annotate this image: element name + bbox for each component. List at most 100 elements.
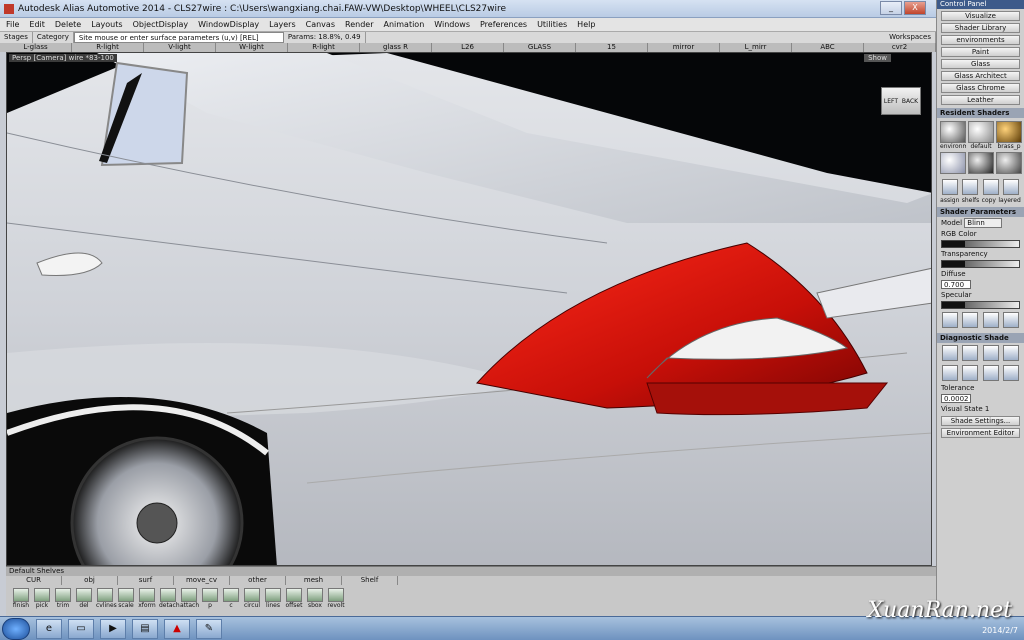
tool-icon[interactable]	[265, 588, 281, 602]
shelf-tool[interactable]: sbox	[306, 588, 324, 609]
tool-icon[interactable]	[160, 588, 176, 602]
shelf-tool[interactable]: offset	[285, 588, 303, 609]
shader-default[interactable]	[968, 121, 994, 143]
layer-tab[interactable]: mirror	[648, 43, 720, 52]
command-line[interactable]: Site mouse or enter surface parameters (…	[73, 32, 284, 43]
tool-icon[interactable]	[307, 588, 323, 602]
shelf-tab[interactable]: move_cv	[174, 576, 230, 585]
menu-item[interactable]: WindowDisplay	[198, 20, 259, 29]
library-glass[interactable]: Glass	[941, 59, 1020, 69]
shader-library-menu[interactable]: Shader Library	[941, 23, 1020, 33]
install-icon[interactable]	[942, 312, 959, 328]
menu-item[interactable]: Delete	[55, 20, 81, 29]
isoparms-icon[interactable]	[1002, 345, 1019, 361]
library-glass-architect[interactable]: Glass Architect	[941, 71, 1020, 81]
shader-brass[interactable]	[996, 121, 1022, 143]
layer-tab[interactable]: glass R	[360, 43, 432, 52]
tool-icon[interactable]	[34, 588, 50, 602]
media-icon[interactable]: ▶	[100, 618, 126, 639]
shelf-shader-icon[interactable]	[962, 179, 979, 195]
menu-item[interactable]: File	[6, 20, 19, 29]
shelf-tool[interactable]: finish	[12, 588, 30, 609]
tool-icon[interactable]	[97, 588, 113, 602]
shelf-tool[interactable]: lines	[264, 588, 282, 609]
shelf-tool[interactable]: xform	[138, 588, 156, 609]
shelf-tab[interactable]: obj	[62, 576, 118, 585]
multicolor-icon[interactable]	[962, 345, 979, 361]
shader-4[interactable]	[940, 152, 966, 174]
shader-environment[interactable]	[940, 121, 966, 143]
shade-settings-button[interactable]: Shade Settings...	[941, 416, 1020, 426]
shelf-tab[interactable]: other	[230, 576, 286, 585]
layer-tab[interactable]: L26	[432, 43, 504, 52]
shelf-tool[interactable]: revolt	[327, 588, 345, 609]
shelf-tool[interactable]: del	[75, 588, 93, 609]
shader-6[interactable]	[996, 152, 1022, 174]
zebra-icon[interactable]	[942, 365, 959, 381]
surface-icon[interactable]	[1002, 365, 1019, 381]
menu-item[interactable]: Edit	[29, 20, 45, 29]
menu-item[interactable]: Render	[345, 20, 373, 29]
category-button[interactable]: Category	[33, 32, 74, 43]
layred-icon[interactable]	[962, 312, 979, 328]
delete-icon[interactable]	[1002, 312, 1019, 328]
shelf-tab[interactable]: Shelf	[342, 576, 398, 585]
copy-shader-icon[interactable]	[982, 179, 999, 195]
visualize-menu[interactable]: Visualize	[941, 11, 1020, 21]
shelf-tool[interactable]: p	[201, 588, 219, 609]
tool-icon[interactable]	[55, 588, 71, 602]
transparency-slider[interactable]	[941, 260, 1020, 268]
explorer-icon[interactable]: ▭	[68, 618, 94, 639]
curvature-icon[interactable]	[982, 345, 999, 361]
layer-tab[interactable]: ABC	[792, 43, 864, 52]
shelf-tool[interactable]: cvlines	[96, 588, 117, 609]
stages-button[interactable]: Stages	[0, 32, 33, 43]
tool-icon[interactable]	[181, 588, 197, 602]
menu-item[interactable]: Help	[577, 20, 595, 29]
layer-tab[interactable]: 15	[576, 43, 648, 52]
close-button[interactable]: X	[904, 1, 926, 15]
tool-icon[interactable]	[223, 588, 239, 602]
menu-item[interactable]: Layouts	[91, 20, 122, 29]
model-dropdown[interactable]: Blinn	[964, 218, 1003, 228]
library-glass-chrome[interactable]: Glass Chrome	[941, 83, 1020, 93]
minimize-button[interactable]: _	[880, 1, 902, 15]
tool-icon[interactable]	[328, 588, 344, 602]
viewport-show-button[interactable]: Show	[864, 54, 891, 62]
menu-item[interactable]: Layers	[269, 20, 295, 29]
layer-tab[interactable]: R-light	[288, 43, 360, 52]
menu-item[interactable]: Animation	[383, 20, 424, 29]
shaded-icon[interactable]	[942, 345, 959, 361]
specular-slider[interactable]	[941, 301, 1020, 309]
tool-icon[interactable]	[286, 588, 302, 602]
shelf-tab[interactable]: CUR	[6, 576, 62, 585]
library-environments[interactable]: environments	[941, 35, 1020, 45]
tool-icon[interactable]	[202, 588, 218, 602]
layer-tab[interactable]: L-glass	[0, 43, 72, 52]
menu-item[interactable]: Utilities	[537, 20, 567, 29]
diffuse-field[interactable]: 0.700	[941, 280, 971, 289]
tool-icon[interactable]	[244, 588, 260, 602]
folder-icon[interactable]: ▤	[132, 618, 158, 639]
tool-icon[interactable]	[13, 588, 29, 602]
layer-tab[interactable]: cvr2	[864, 43, 936, 52]
shelf-tool[interactable]: c	[222, 588, 240, 609]
horizon-icon[interactable]	[962, 365, 979, 381]
tool-icon[interactable]	[76, 588, 92, 602]
view-cube[interactable]: LEFT BACK	[881, 87, 921, 115]
shelf-tool[interactable]: circul	[243, 588, 261, 609]
library-leather[interactable]: Leather	[941, 95, 1020, 105]
tool-icon[interactable]	[139, 588, 155, 602]
menu-item[interactable]: ObjectDisplay	[133, 20, 189, 29]
perspective-viewport[interactable]: Persp [Camera] wire *83-100 Show LEFT BA…	[6, 52, 932, 566]
rgb-color-slider[interactable]	[941, 240, 1020, 248]
start-button[interactable]	[2, 617, 30, 640]
layer-tab[interactable]: L_mirr	[720, 43, 792, 52]
shelf-tool[interactable]: pick	[33, 588, 51, 609]
shelf-tool[interactable]: attach	[180, 588, 199, 609]
layer-tab[interactable]: R-light	[72, 43, 144, 52]
layer-tab[interactable]: V-light	[144, 43, 216, 52]
layer-tab[interactable]: GLASS	[504, 43, 576, 52]
environment-editor-button[interactable]: Environment Editor	[941, 428, 1020, 438]
app-icon-2[interactable]: ✎	[196, 618, 222, 639]
